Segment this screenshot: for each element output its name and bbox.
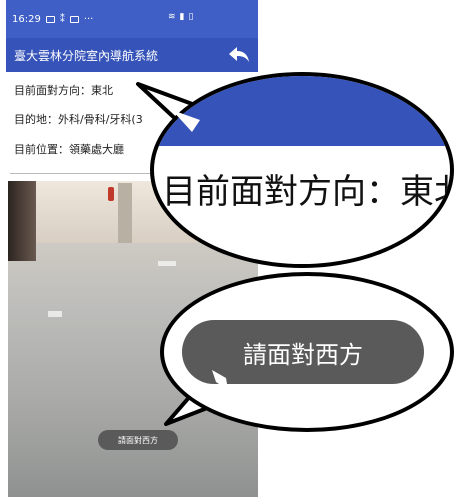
callout-tail-covers (172, 110, 228, 390)
